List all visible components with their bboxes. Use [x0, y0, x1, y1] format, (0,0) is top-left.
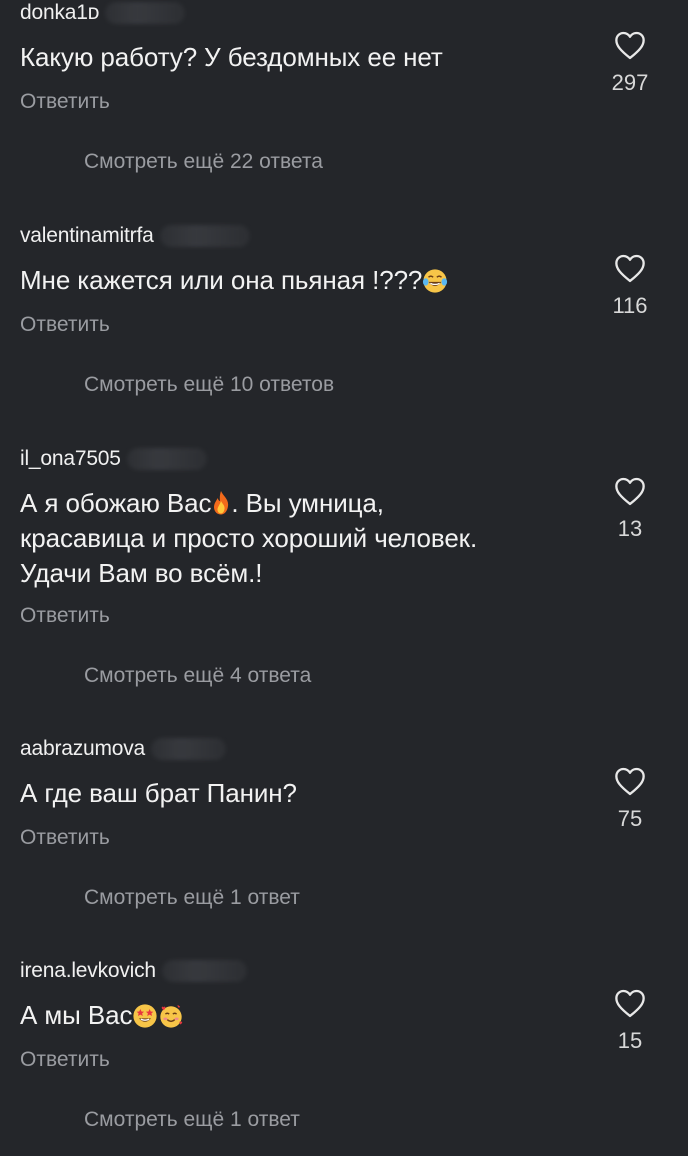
blurred-badge: [105, 2, 186, 24]
comment-text-content: Мне кажется или она пьяная !???: [20, 265, 423, 295]
comment-text: Мне кажется или она пьяная !???: [20, 263, 560, 298]
fire-emoji: [214, 491, 229, 515]
comment-text: А я обожаю Вас . Вы умница, красавица и …: [20, 486, 560, 591]
comment-header: irena.levkovich: [20, 958, 247, 984]
view-more-replies-button[interactable]: Смотреть ещё 4 ответа: [84, 664, 311, 688]
blurred-badge: [159, 225, 250, 247]
comment-text-line: Удачи Вам во всём.!: [20, 558, 263, 588]
heart-icon[interactable]: [613, 30, 647, 60]
comment-text-line: красавица и просто хороший человек.: [20, 523, 478, 553]
laughing-tears-emoji: [423, 269, 448, 293]
comment-text-content: А мы Вас: [20, 1000, 133, 1030]
blurred-badge: [161, 960, 247, 982]
comment-header: aabrazumova: [20, 736, 227, 762]
heart-icon[interactable]: [613, 766, 647, 796]
comment-header: il_ona7505: [20, 446, 207, 472]
like-control[interactable]: 13: [600, 476, 660, 542]
username[interactable]: aabrazumova: [20, 737, 145, 761]
view-more-replies-button[interactable]: Смотреть ещё 1 ответ: [84, 1108, 300, 1132]
heart-icon[interactable]: [613, 988, 647, 1018]
view-more-replies-button[interactable]: Смотреть ещё 10 ответов: [84, 373, 334, 397]
comment-header: valentinamitrfa: [20, 223, 250, 249]
username[interactable]: il_ona7505: [20, 447, 121, 471]
comment-text-segment: А я обожаю Вас: [20, 488, 212, 518]
reply-button[interactable]: Ответить: [20, 90, 110, 114]
like-control[interactable]: 15: [600, 988, 660, 1054]
view-more-replies-button[interactable]: Смотреть ещё 1 ответ: [84, 886, 300, 910]
blurred-badge: [151, 738, 227, 760]
reply-button[interactable]: Ответить: [20, 604, 110, 628]
smiling-face-with-hearts-emoji: [160, 1004, 183, 1028]
like-count: 75: [617, 806, 643, 831]
reply-button[interactable]: Ответить: [20, 1048, 110, 1072]
reply-button[interactable]: Ответить: [20, 826, 110, 850]
comment-text: А где ваш брат Панин?: [20, 778, 297, 808]
like-count: 15: [617, 1028, 643, 1053]
view-more-replies-button[interactable]: Смотреть ещё 22 ответа: [84, 150, 323, 174]
heart-icon[interactable]: [613, 253, 647, 283]
comment-text-segment: . Вы умница,: [231, 488, 384, 518]
like-count: 297: [611, 70, 649, 95]
like-count: 13: [617, 516, 643, 541]
username[interactable]: valentinamitrfa: [20, 224, 154, 248]
comment-header: donka1ᴅ: [20, 0, 186, 26]
like-control[interactable]: 297: [600, 30, 660, 96]
comment-text-line: А я обожаю Вас . Вы умница,: [20, 486, 560, 521]
blurred-badge: [126, 448, 207, 470]
comment-text: Какую работу? У бездомных ее нет: [20, 42, 443, 72]
like-count: 116: [612, 293, 648, 318]
username[interactable]: irena.levkovich: [20, 959, 156, 983]
like-control[interactable]: 116: [600, 253, 660, 319]
reply-button[interactable]: Ответить: [20, 313, 110, 337]
star-struck-emoji: [133, 1004, 157, 1028]
username[interactable]: donka1ᴅ: [20, 1, 99, 25]
heart-icon[interactable]: [613, 476, 647, 506]
comment-text: А мы Вас: [20, 998, 560, 1033]
like-control[interactable]: 75: [600, 766, 660, 832]
